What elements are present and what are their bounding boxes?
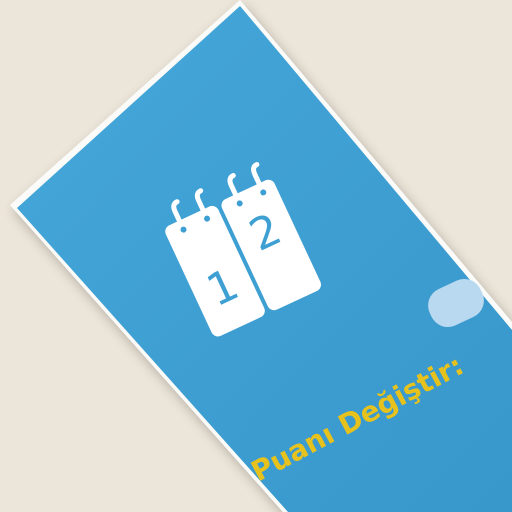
photo-scene: 1 2 Puanı Değiştir: bbox=[0, 0, 512, 512]
